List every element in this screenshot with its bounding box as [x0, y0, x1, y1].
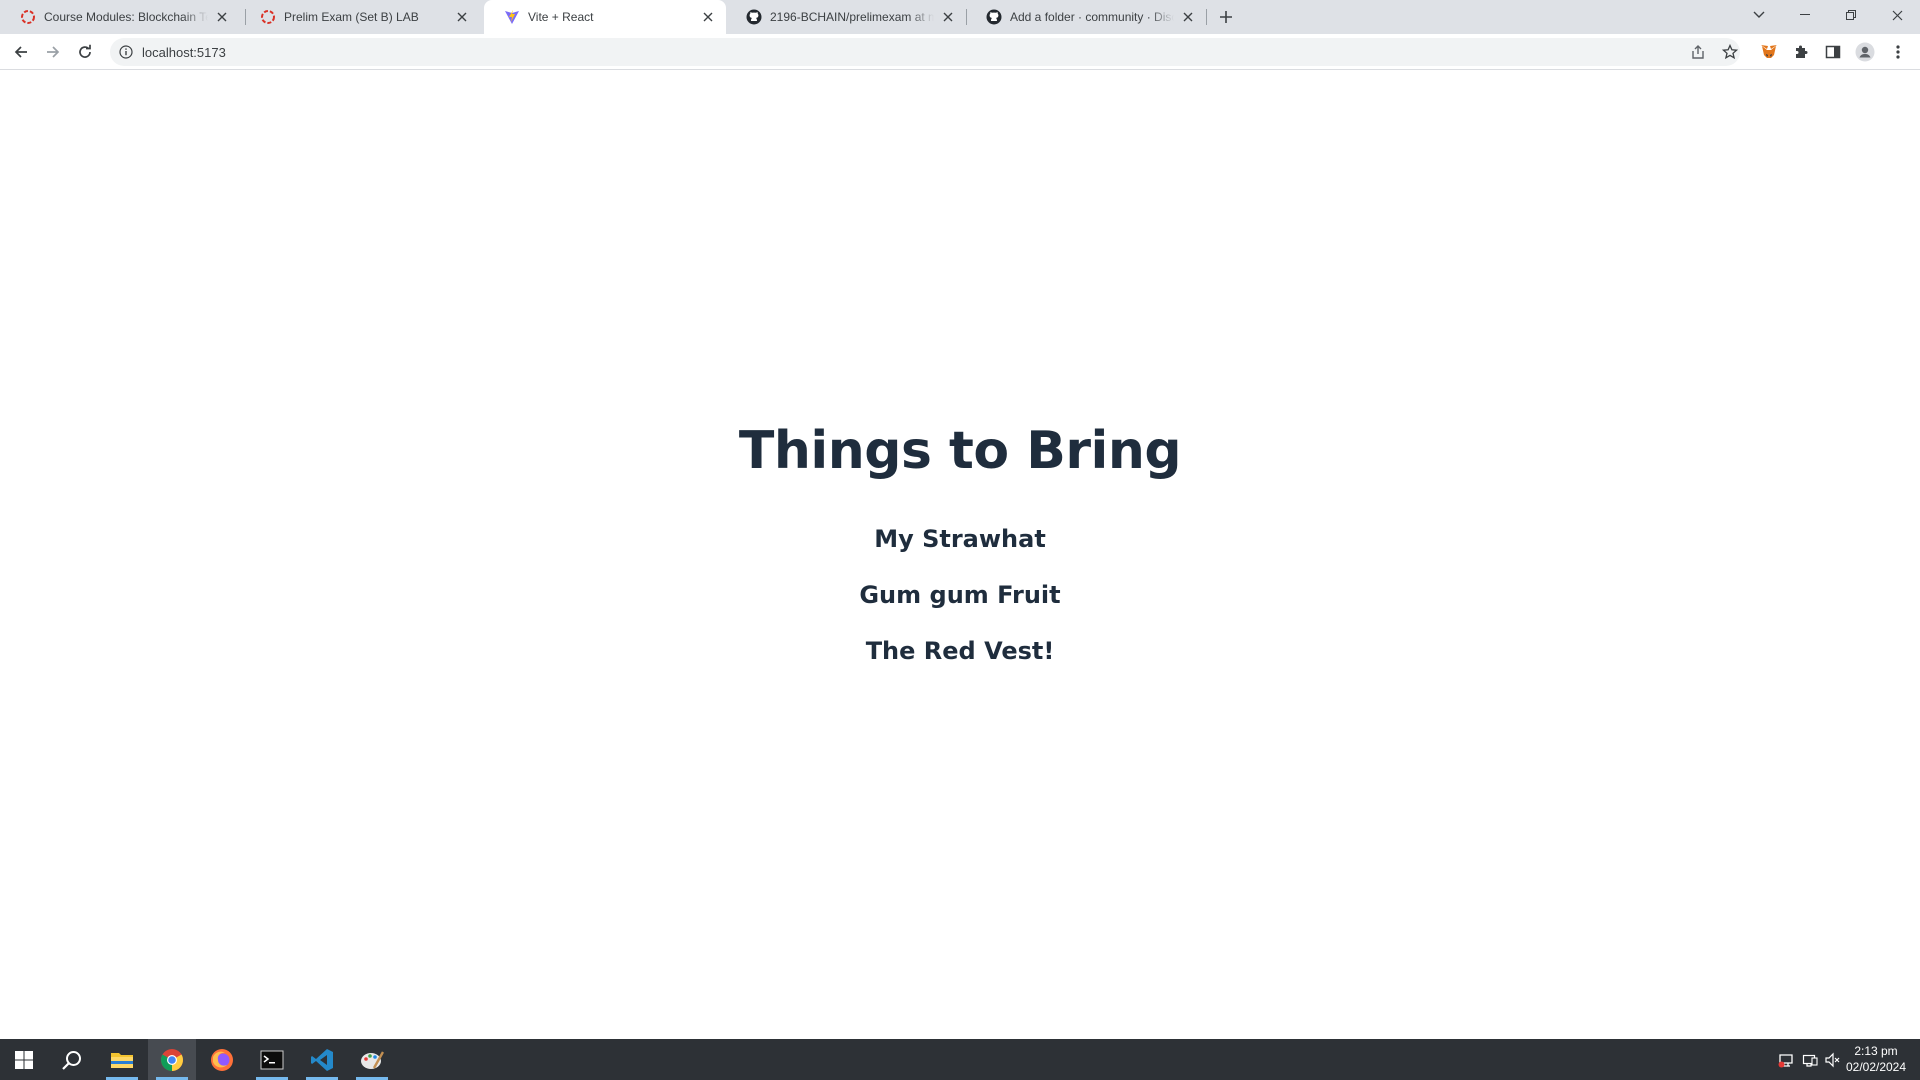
- forward-arrow-icon: [47, 46, 60, 58]
- close-icon[interactable]: [700, 9, 716, 25]
- share-icon: [1692, 45, 1704, 59]
- close-window-button[interactable]: [1874, 0, 1920, 30]
- tab-github-discussions[interactable]: Add a folder · community · Discussions: [966, 0, 1206, 34]
- minimize-icon: [1800, 14, 1810, 15]
- restore-icon: [1846, 10, 1856, 20]
- file-explorer-icon: [111, 1052, 133, 1068]
- page-content: Things to Bring My Strawhat Gum gum Frui…: [0, 71, 1920, 1039]
- restore-button[interactable]: [1828, 0, 1874, 30]
- chevron-down-icon: [1753, 11, 1765, 18]
- new-tab-button[interactable]: [1214, 5, 1238, 29]
- file-explorer-button[interactable]: [98, 1039, 146, 1080]
- items-list: My Strawhat Gum gum Fruit The Red Vest!: [0, 521, 1920, 689]
- search-icon: [62, 1050, 81, 1070]
- clock-time: 2:13 pm: [1854, 1044, 1898, 1058]
- firefox-button[interactable]: [198, 1039, 246, 1080]
- tab-title: Prelim Exam (Set B) LAB: [284, 10, 419, 24]
- bookmark-button[interactable]: [1718, 40, 1742, 64]
- star-icon: [1722, 44, 1738, 60]
- kebab-menu-icon: [1896, 45, 1900, 59]
- paint-icon: [361, 1050, 384, 1069]
- paint-button[interactable]: [348, 1039, 396, 1080]
- avatar-icon: [1855, 42, 1875, 62]
- tab-strip: Course Modules: Blockchain Tech Prelim E…: [0, 0, 1920, 34]
- lms-icon: [260, 9, 276, 25]
- forward-button[interactable]: [41, 40, 65, 64]
- plus-icon: [1220, 11, 1232, 23]
- puzzle-icon: [1796, 45, 1808, 58]
- system-clock[interactable]: 2:13 pm 02/02/2024: [1840, 1043, 1912, 1075]
- minimize-button[interactable]: [1782, 0, 1828, 30]
- extensions-button[interactable]: [1789, 40, 1813, 64]
- start-icon: [15, 1050, 33, 1069]
- vscode-icon: [311, 1048, 333, 1071]
- list-item: My Strawhat: [874, 525, 1046, 553]
- tab-title: Add a folder · community · Discussions: [1010, 10, 1174, 24]
- menu-button[interactable]: [1886, 40, 1910, 64]
- firefox-icon: [211, 1048, 233, 1071]
- profile-button[interactable]: [1853, 40, 1877, 64]
- vscode-button[interactable]: [298, 1039, 346, 1080]
- list-item: The Red Vest!: [865, 637, 1055, 665]
- reload-button[interactable]: [73, 40, 97, 64]
- page-title: Things to Bring: [738, 421, 1182, 481]
- network-vpn-icon[interactable]: [1776, 1039, 1796, 1080]
- back-arrow-icon: [14, 46, 27, 58]
- clock-date: 02/02/2024: [1845, 1060, 1907, 1074]
- metamask-extension-button[interactable]: [1757, 40, 1781, 64]
- tab-prelim-exam[interactable]: Prelim Exam (Set B) LAB: [240, 0, 480, 34]
- tab-title: Course Modules: Blockchain Tech: [44, 10, 208, 24]
- close-icon[interactable]: [940, 9, 956, 25]
- terminal-button[interactable]: [248, 1039, 296, 1080]
- github-icon: [986, 9, 1002, 25]
- lms-icon: [20, 9, 36, 25]
- start-button[interactable]: [0, 1039, 48, 1080]
- back-button[interactable]: [9, 40, 33, 64]
- tab-course-modules[interactable]: Course Modules: Blockchain Tech: [0, 0, 240, 34]
- chrome-icon: [161, 1048, 183, 1071]
- metamask-fox-icon: [1761, 45, 1777, 58]
- close-icon: [1892, 10, 1902, 20]
- taskbar: 2:13 pm 02/02/2024: [0, 1039, 1920, 1080]
- github-icon: [746, 9, 762, 25]
- side-panel-icon: [1825, 45, 1841, 59]
- terminal-icon: [260, 1050, 284, 1069]
- side-panel-button[interactable]: [1821, 40, 1845, 64]
- url-text: localhost:5173: [142, 45, 226, 60]
- list-item: Gum gum Fruit: [859, 581, 1061, 609]
- address-bar[interactable]: localhost:5173: [110, 38, 1740, 66]
- browser-toolbar: localhost:5173: [0, 34, 1920, 70]
- search-button[interactable]: [48, 1039, 96, 1080]
- info-icon[interactable]: [118, 44, 134, 60]
- network-icon[interactable]: [1800, 1039, 1820, 1080]
- close-icon[interactable]: [214, 9, 230, 25]
- tab-vite-react[interactable]: Vite + React: [484, 0, 726, 34]
- vite-icon: [504, 9, 520, 25]
- share-button[interactable]: [1686, 40, 1710, 64]
- tab-divider: [1206, 9, 1207, 25]
- reload-icon: [79, 44, 91, 58]
- close-icon[interactable]: [454, 9, 470, 25]
- tab-title: Vite + React: [528, 10, 594, 24]
- tab-search-button[interactable]: [1736, 0, 1782, 30]
- close-icon[interactable]: [1180, 9, 1196, 25]
- tab-title: 2196-BCHAIN/prelimexam at main: [770, 10, 934, 24]
- tab-github-prelimexam[interactable]: 2196-BCHAIN/prelimexam at main: [726, 0, 966, 34]
- chrome-button[interactable]: [148, 1039, 196, 1080]
